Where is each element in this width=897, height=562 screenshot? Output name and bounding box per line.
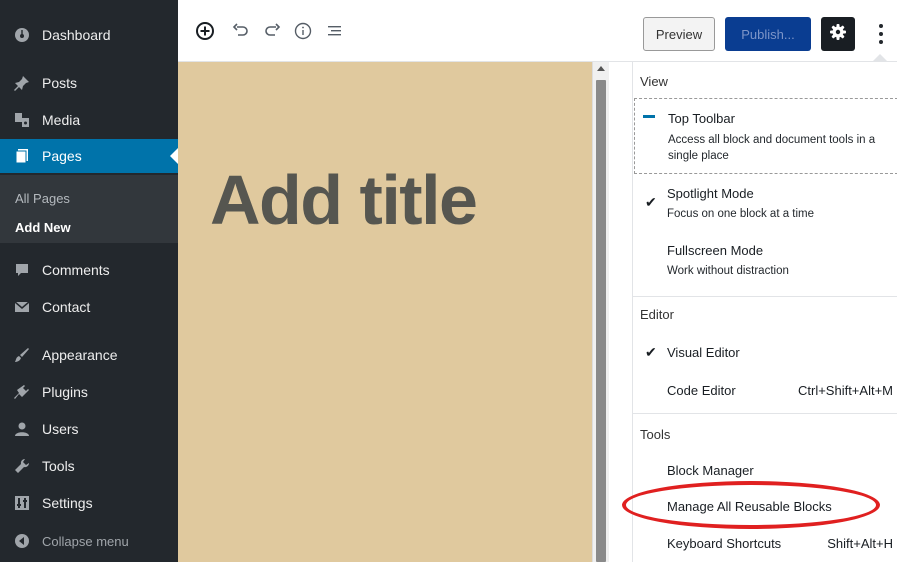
brush-icon bbox=[13, 346, 31, 364]
preview-button[interactable]: Preview bbox=[643, 17, 715, 51]
wrench-icon bbox=[13, 457, 31, 475]
sidebar-item-label: Comments bbox=[42, 262, 110, 278]
sidebar-item-posts[interactable]: Posts bbox=[0, 66, 178, 100]
menu-item-label: Block Manager bbox=[667, 463, 754, 478]
editor-canvas[interactable]: Add title bbox=[178, 62, 592, 562]
settings-button[interactable] bbox=[821, 17, 855, 51]
menu-section-title-tools: Tools bbox=[640, 427, 671, 442]
menu-item-label: Spotlight Mode bbox=[667, 186, 754, 201]
menu-divider bbox=[633, 296, 897, 297]
sidebar-item-label: Dashboard bbox=[42, 27, 111, 43]
sidebar-item-label: Contact bbox=[42, 299, 91, 315]
sidebar-item-media[interactable]: Media bbox=[0, 103, 178, 137]
dashboard-icon bbox=[13, 26, 31, 44]
admin-sidebar: Dashboard Posts Media Pages All Pages Ad… bbox=[0, 0, 178, 562]
sidebar-item-label: Posts bbox=[42, 75, 78, 91]
pages-submenu: All Pages Add New bbox=[0, 175, 178, 243]
menu-item-label: Fullscreen Mode bbox=[667, 243, 764, 258]
menu-section-title-view: View bbox=[640, 74, 668, 89]
more-options-menu: View Top Toolbar Access all block and do… bbox=[632, 62, 897, 562]
submenu-item-add-new[interactable]: Add New bbox=[15, 220, 71, 235]
menu-item-description: Focus on one block at a time bbox=[667, 208, 815, 220]
menu-divider bbox=[633, 413, 897, 414]
sidebar-item-label: Tools bbox=[42, 458, 75, 474]
gear-icon bbox=[829, 23, 847, 46]
media-icon bbox=[13, 111, 31, 129]
sidebar-item-label: Media bbox=[42, 112, 81, 128]
menu-item-description: Work without distraction bbox=[667, 265, 789, 277]
publish-button[interactable]: Publish... bbox=[725, 17, 811, 51]
sidebar-item-label: Pages bbox=[42, 148, 82, 164]
collapse-icon bbox=[13, 532, 31, 550]
plug-icon bbox=[13, 383, 31, 401]
collapse-menu-label: Collapse menu bbox=[42, 533, 129, 549]
users-icon bbox=[13, 420, 31, 438]
menu-item-label: Manage All Reusable Blocks bbox=[667, 499, 832, 514]
scroll-up-arrow-icon[interactable] bbox=[597, 66, 605, 71]
kebab-dot-icon bbox=[879, 40, 883, 44]
menu-item-label: Top Toolbar bbox=[668, 111, 735, 126]
sidebar-item-appearance[interactable]: Appearance bbox=[0, 338, 178, 372]
post-title-input[interactable]: Add title bbox=[210, 160, 478, 240]
checkmark-icon: ✔ bbox=[645, 344, 657, 360]
menu-item-description: Access all block and document tools in a… bbox=[668, 134, 876, 162]
redo-icon[interactable] bbox=[261, 20, 283, 42]
editor-toolbar: Preview Publish... bbox=[178, 0, 897, 62]
menu-item-shortcut: Ctrl+Shift+Alt+M bbox=[797, 383, 893, 398]
sidebar-item-label: Plugins bbox=[42, 384, 88, 400]
sidebar-item-contact[interactable]: Contact bbox=[0, 290, 178, 324]
menu-item-shortcut: Shift+Alt+H bbox=[827, 536, 893, 551]
sidebar-item-label: Appearance bbox=[42, 347, 118, 363]
sidebar-item-label: Settings bbox=[42, 495, 93, 511]
sidebar-item-pages[interactable]: Pages bbox=[0, 139, 178, 173]
scroll-thumb[interactable] bbox=[596, 80, 606, 562]
sidebar-item-tools[interactable]: Tools bbox=[0, 449, 178, 483]
menu-caret-icon bbox=[872, 54, 888, 62]
mail-icon bbox=[13, 298, 31, 316]
menu-item-top-toolbar[interactable]: Top Toolbar Access all block and documen… bbox=[634, 98, 897, 174]
list-view-icon[interactable] bbox=[324, 20, 346, 42]
sidebar-item-label: Users bbox=[42, 421, 79, 437]
sidebar-item-dashboard[interactable]: Dashboard bbox=[0, 18, 178, 52]
kebab-dot-icon bbox=[879, 24, 883, 28]
sidebar-item-users[interactable]: Users bbox=[0, 412, 178, 446]
collapse-menu-button[interactable]: Collapse menu bbox=[0, 524, 178, 558]
comment-icon bbox=[13, 261, 31, 279]
sidebar-item-comments[interactable]: Comments bbox=[0, 253, 178, 287]
more-options-button[interactable] bbox=[873, 17, 889, 51]
undo-icon[interactable] bbox=[230, 20, 252, 42]
menu-item-label: Code Editor bbox=[667, 383, 736, 398]
menu-item-label: Visual Editor bbox=[667, 345, 740, 360]
menu-section-title-editor: Editor bbox=[640, 307, 674, 322]
submenu-item-all-pages[interactable]: All Pages bbox=[15, 191, 70, 206]
kebab-dot-icon bbox=[879, 32, 883, 36]
pin-icon bbox=[13, 74, 31, 92]
canvas-scrollbar[interactable] bbox=[592, 62, 609, 562]
page-icon bbox=[13, 147, 31, 165]
add-block-icon[interactable] bbox=[194, 20, 216, 42]
info-icon[interactable] bbox=[292, 20, 314, 42]
checkmark-icon: ✔ bbox=[645, 194, 657, 210]
sidebar-panel-edge bbox=[609, 62, 632, 562]
sidebar-item-plugins[interactable]: Plugins bbox=[0, 375, 178, 409]
settings-icon bbox=[13, 494, 31, 512]
sidebar-item-settings[interactable]: Settings bbox=[0, 486, 178, 520]
menu-item-label: Keyboard Shortcuts bbox=[667, 536, 782, 551]
